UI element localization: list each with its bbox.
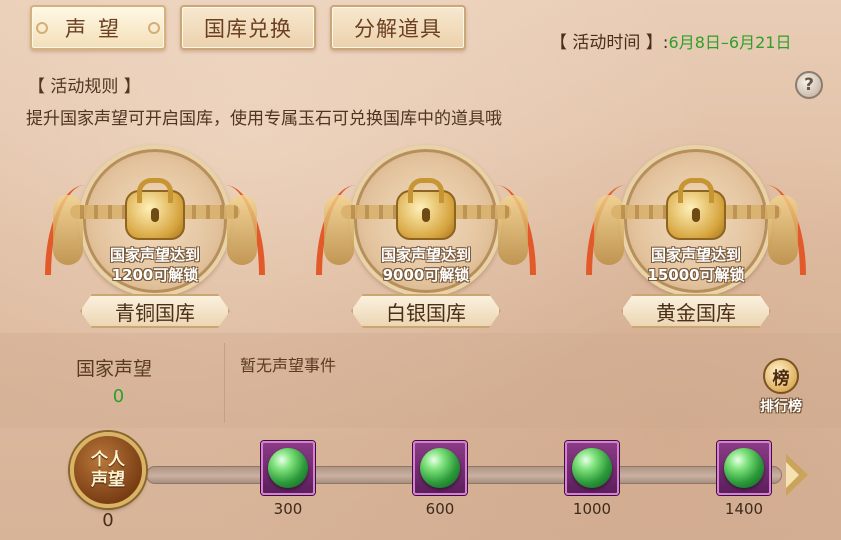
activity-time: 【 活动时间 】:6月8日–6月21日 xyxy=(550,28,791,53)
tab-treasury-exchange[interactable]: 国库兑换 xyxy=(180,5,316,50)
activity-time-dates: 6月8日–6月21日 xyxy=(668,33,792,52)
personal-reputation-value: 0 xyxy=(102,510,114,531)
tab-ornament-icon xyxy=(36,21,48,34)
reward-slot[interactable] xyxy=(261,441,315,495)
vault-name: 白银国库 xyxy=(351,294,501,328)
reward-threshold: 300 xyxy=(273,500,303,518)
condition-line: 1200可解锁 xyxy=(111,266,199,284)
tab-ornament-icon xyxy=(148,21,160,34)
vault-name: 黄金国库 xyxy=(621,294,771,328)
ranking-button[interactable]: 榜 排行榜 xyxy=(750,358,812,424)
vault-silver[interactable]: 国家声望达到 9000可解锁 白银国库 xyxy=(316,145,536,330)
reward-slot[interactable] xyxy=(565,441,619,495)
reputation-events-empty: 暂无声望事件 xyxy=(240,356,337,375)
reward-slot[interactable] xyxy=(717,441,771,495)
national-reputation-label: 国家声望 xyxy=(76,358,153,380)
rules-text: 提升国家声望可开启国库，使用专属玉石可兑换国库中的道具哦 xyxy=(26,109,502,129)
reward-threshold: 1000 xyxy=(572,500,612,518)
ranking-medal-icon: 榜 xyxy=(763,358,799,394)
jade-orb-icon xyxy=(268,448,308,488)
tab-label: 分解道具 xyxy=(354,16,442,41)
rules-title: 【 活动规则 】 xyxy=(28,77,141,97)
lock-icon xyxy=(396,190,456,240)
divider xyxy=(224,343,225,423)
vault-unlock-condition: 国家声望达到 9000可解锁 xyxy=(316,245,536,285)
vault-unlock-condition: 国家声望达到 15000可解锁 xyxy=(586,245,806,285)
tab-decompose-items[interactable]: 分解道具 xyxy=(330,5,466,50)
jade-orb-icon xyxy=(572,448,612,488)
condition-line: 国家声望达到 xyxy=(380,246,471,264)
tab-label: 国库兑换 xyxy=(204,16,292,41)
tab-reputation[interactable]: 声望 xyxy=(30,5,166,50)
jade-orb-icon xyxy=(724,448,764,488)
reward-threshold: 1400 xyxy=(724,500,764,518)
national-reputation-value: 0 xyxy=(112,386,125,407)
ranking-label: 排行榜 xyxy=(760,399,802,415)
personal-reputation-badge: 个人 声望 xyxy=(70,432,146,508)
vault-gold[interactable]: 国家声望达到 15000可解锁 黄金国库 xyxy=(586,145,806,330)
badge-line: 声望 xyxy=(91,470,125,490)
reward-threshold: 600 xyxy=(425,500,455,518)
activity-time-label: 【 活动时间 】: xyxy=(550,33,669,53)
vault-bronze[interactable]: 国家声望达到 1200可解锁 青铜国库 xyxy=(45,145,265,330)
help-icon[interactable]: ? xyxy=(795,71,823,99)
next-arrow-icon[interactable] xyxy=(782,454,812,496)
condition-line: 9000可解锁 xyxy=(382,266,470,284)
lock-icon xyxy=(666,190,726,240)
condition-line: 国家声望达到 xyxy=(109,246,200,264)
vault-unlock-condition: 国家声望达到 1200可解锁 xyxy=(45,245,265,285)
lock-icon xyxy=(125,190,185,240)
badge-line: 个人 xyxy=(91,450,125,470)
reward-slot[interactable] xyxy=(413,441,467,495)
jade-orb-icon xyxy=(420,448,460,488)
vault-name: 青铜国库 xyxy=(80,294,230,328)
condition-line: 国家声望达到 xyxy=(650,246,741,264)
tab-label: 声望 xyxy=(65,16,131,41)
condition-line: 15000可解锁 xyxy=(647,266,745,284)
